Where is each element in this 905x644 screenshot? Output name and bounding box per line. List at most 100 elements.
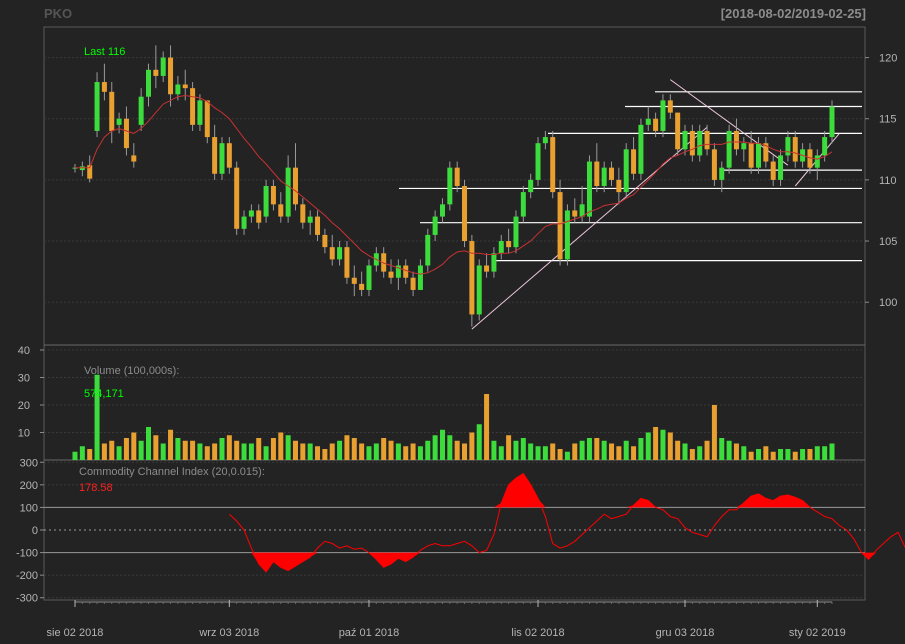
volume-tick-label: 30: [18, 373, 30, 385]
volume-bar: [638, 438, 644, 460]
volume-bar: [417, 446, 423, 460]
candle-body: [682, 130, 688, 150]
volume-bar: [792, 451, 798, 460]
candle-body: [145, 69, 151, 97]
candle-body: [292, 167, 298, 205]
volume-tick-label: 40: [18, 345, 30, 357]
volume-bar: [498, 446, 504, 460]
candle-body: [462, 186, 468, 242]
candle-body: [116, 118, 122, 125]
volume-bar: [770, 451, 776, 460]
volume-bar: [87, 449, 93, 460]
x-tick-label: gru 03 2018: [656, 627, 715, 639]
candle-body: [469, 241, 475, 315]
candle-body: [403, 265, 409, 278]
candle-body: [667, 100, 673, 113]
volume-bar: [756, 449, 762, 460]
x-tick-label: sty 02 2019: [789, 627, 846, 639]
candle-body: [138, 96, 144, 125]
volume-bar: [72, 451, 78, 460]
price-tick-label: 110: [879, 175, 897, 187]
volume-bar: [535, 446, 541, 460]
candle-body: [447, 167, 453, 205]
volume-bar: [175, 438, 181, 460]
volume-bar: [689, 449, 695, 460]
volume-bar: [337, 440, 343, 460]
volume-bar: [234, 440, 240, 460]
candle-body: [168, 57, 174, 95]
cci-tick-label: 0: [32, 525, 38, 537]
candle-body: [241, 216, 247, 229]
volume-bar: [182, 440, 188, 460]
candle-body: [785, 137, 791, 156]
price-tick-label: 120: [879, 53, 897, 65]
volume-bar: [594, 438, 600, 460]
volume-bar: [439, 429, 445, 460]
candle-body: [822, 137, 828, 156]
plot-border: [43, 26, 866, 601]
candle-body: [653, 118, 659, 131]
candle-body: [550, 137, 556, 193]
candle-body: [454, 167, 460, 186]
candle-body: [535, 143, 541, 180]
volume-bar: [168, 429, 174, 460]
volume-bar: [800, 449, 806, 460]
candle-body: [579, 204, 585, 217]
volume-bar: [366, 446, 372, 460]
candle-body: [733, 130, 739, 150]
candle-body: [675, 112, 681, 150]
volume-bar: [579, 440, 585, 460]
volume-bar: [719, 438, 725, 460]
volume-bar: [145, 427, 151, 460]
price-tick-label: 100: [879, 297, 897, 309]
candle-body: [586, 161, 592, 217]
candle-body: [719, 167, 725, 180]
candle-body: [153, 69, 159, 76]
volume-bar: [403, 446, 409, 460]
volume-bar: [704, 440, 710, 460]
volume-bar: [645, 432, 651, 460]
candle-body: [660, 100, 666, 131]
candle-body: [542, 137, 548, 144]
cci-oversold-fill: [229, 552, 905, 572]
candle-body: [601, 167, 607, 186]
candle-body: [645, 118, 651, 125]
candle-body: [204, 100, 210, 138]
volume-bar: [807, 449, 813, 460]
volume-bar: [160, 443, 166, 460]
volume-tick-label: 10: [18, 428, 30, 440]
volume-title: Volume (100,000s):: [84, 365, 179, 377]
date-range-title: [2018-08-02/2019-02-25]: [721, 6, 866, 21]
candle-body: [234, 167, 240, 229]
volume-bar: [138, 440, 144, 460]
candle-body: [131, 155, 137, 162]
volume-bar: [814, 446, 820, 460]
cci-tick-label: -300: [16, 593, 38, 605]
volume-bar: [542, 446, 548, 460]
price-tick-label: 105: [879, 236, 897, 248]
volume-bar: [447, 435, 453, 460]
candle-body: [359, 283, 365, 290]
candle-body: [697, 130, 703, 156]
volume-bar: [785, 449, 791, 460]
volume-bar: [190, 440, 196, 460]
volume-bar: [307, 443, 313, 460]
volume-bar: [829, 443, 835, 460]
candle-body: [256, 210, 262, 223]
candle-body: [94, 82, 100, 131]
price-level-lines: [399, 91, 862, 262]
volume-bar: [778, 449, 784, 460]
candle-body: [623, 149, 629, 193]
x-tick-label: wrz 03 2018: [198, 627, 259, 639]
candle-body: [278, 204, 284, 217]
volume-bar: [344, 435, 350, 460]
volume-bar: [315, 446, 321, 460]
candle-body: [631, 149, 637, 174]
candle-body: [337, 247, 343, 260]
volume-bar: [631, 446, 637, 460]
candle-body: [756, 143, 762, 168]
candle-body: [344, 247, 350, 278]
volume-bar: [109, 440, 115, 460]
candle-body: [506, 241, 512, 248]
candle-body: [248, 210, 254, 217]
